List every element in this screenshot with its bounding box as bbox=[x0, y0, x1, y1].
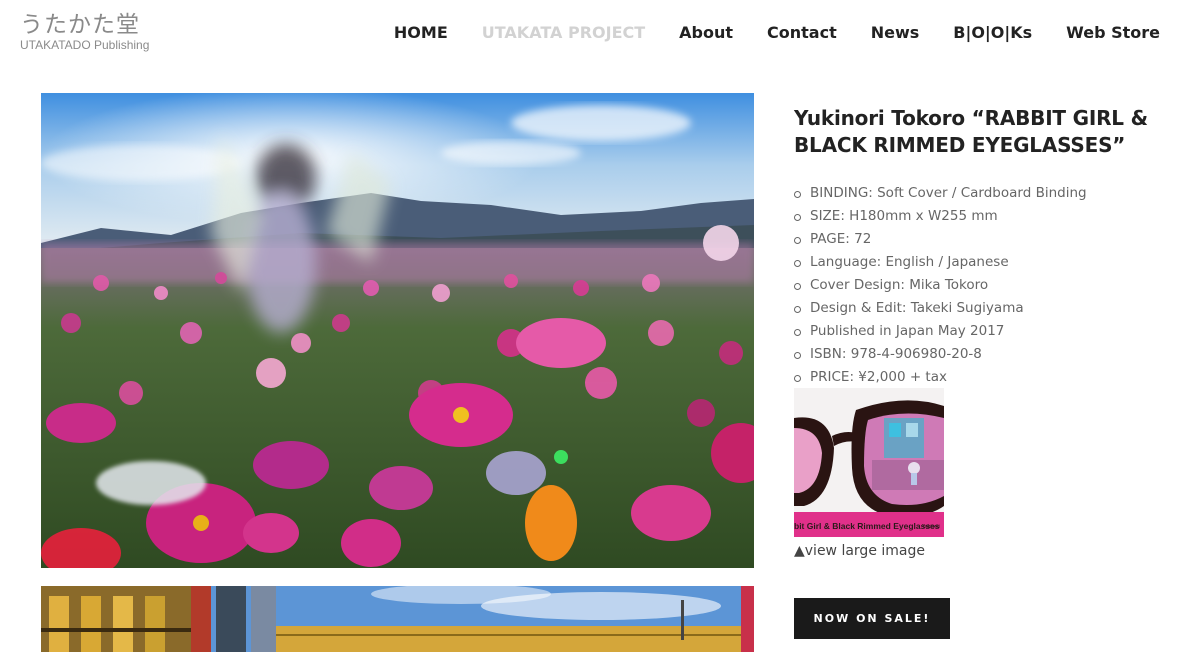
nav-contact[interactable]: Contact bbox=[767, 22, 837, 44]
cover-caption-small: Yukinori bbox=[922, 524, 940, 530]
main-nav: HOME UTAKATA PROJECT About Contact News … bbox=[360, 22, 1160, 44]
spec-design-edit: Design & Edit: Takeki Sugiyama bbox=[794, 297, 1164, 320]
nav-about[interactable]: About bbox=[679, 22, 733, 44]
spec-binding: BINDING: Soft Cover / Cardboard Binding bbox=[794, 182, 1164, 205]
book-specs-list: BINDING: Soft Cover / Cardboard Binding … bbox=[794, 182, 1164, 389]
logo-japanese: うたかた堂 bbox=[20, 12, 140, 38]
spec-language: Language: English / Japanese bbox=[794, 251, 1164, 274]
view-large-image-link[interactable]: ▲view large image bbox=[794, 542, 925, 560]
nav-books[interactable]: B|O|O|Ks bbox=[953, 22, 1032, 44]
spec-size: SIZE: H180mm x W255 mm bbox=[794, 205, 1164, 228]
cosmos-field-photo bbox=[41, 93, 754, 568]
site-logo[interactable]: うたかた堂 UTAKATADO Publishing bbox=[20, 12, 170, 54]
book-title: Yukinori Tokoro “RABBIT GIRL & BLACK RIM… bbox=[794, 106, 1148, 157]
cover-caption: bit Girl & Black Rimmed Eyeglasses bbox=[794, 521, 940, 531]
spec-isbn: ISBN: 978-4-906980-20-8 bbox=[794, 343, 1164, 366]
spec-cover-design: Cover Design: Mika Tokoro bbox=[794, 274, 1164, 297]
book-info: Yukinori Tokoro “RABBIT GIRL & BLACK RIM… bbox=[794, 105, 1164, 389]
book-cover-thumbnail[interactable]: bit Girl & Black Rimmed Eyeglasses Yukin… bbox=[794, 388, 944, 537]
building-photo bbox=[41, 586, 754, 652]
spec-page: PAGE: 72 bbox=[794, 228, 1164, 251]
nav-news[interactable]: News bbox=[871, 22, 920, 44]
spec-published: Published in Japan May 2017 bbox=[794, 320, 1164, 343]
nav-utakata-project[interactable]: UTAKATA PROJECT bbox=[482, 22, 645, 44]
nav-home[interactable]: HOME bbox=[394, 22, 448, 44]
spec-price: PRICE: ¥2,000 + tax bbox=[794, 366, 1164, 389]
logo-english: UTAKATADO Publishing bbox=[20, 38, 150, 52]
nav-web-store[interactable]: Web Store bbox=[1066, 22, 1160, 44]
now-on-sale-button[interactable]: NOW ON SALE! bbox=[794, 598, 950, 639]
